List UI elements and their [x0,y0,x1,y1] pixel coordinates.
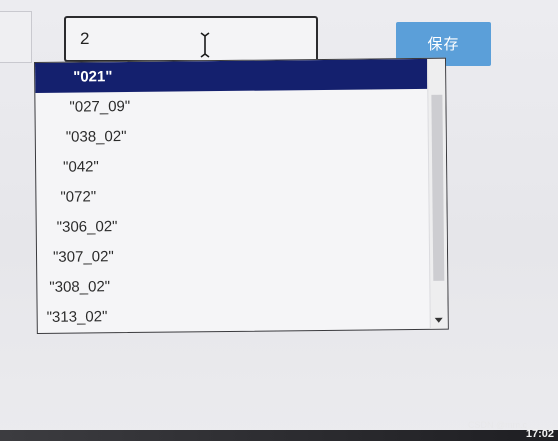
dropdown-option[interactable]: "038_02" [36,119,428,153]
option-list: "021" "027_09" "038_02" "042" "072" "306_02" "… [35,58,430,333]
search-input-value: 2 [80,29,90,48]
watermark: CSDN @mm.c [468,420,528,430]
dropdown-option[interactable]: "027_09" [35,89,427,123]
dropdown-option[interactable]: "072" [36,179,428,213]
dropdown-option[interactable]: "042" [36,149,428,183]
dropdown-option[interactable]: "306_02" [37,209,429,243]
search-input[interactable]: 2 [64,16,318,62]
text-cursor-icon [199,32,211,58]
dropdown-option[interactable]: "308_02" [37,269,429,303]
dropdown-option[interactable]: "313_02" [38,299,430,333]
dropdown-option[interactable]: "307_02" [37,239,429,273]
scroll-down-arrow-icon[interactable] [434,317,443,323]
scroll-thumb[interactable] [431,94,445,281]
dropdown-list[interactable]: "021" "027_09" "038_02" "042" "072" "306_02" "… [34,57,449,334]
taskbar-clock: 17:02 [525,428,554,440]
taskbar [0,430,558,441]
scrollbar[interactable] [426,58,448,329]
screen: 2 保存 "021" "027_09" "038_02" "042" "072" "306… [0,0,558,441]
left-partial-field[interactable] [0,11,32,63]
dropdown-option[interactable]: "021" [35,58,428,93]
